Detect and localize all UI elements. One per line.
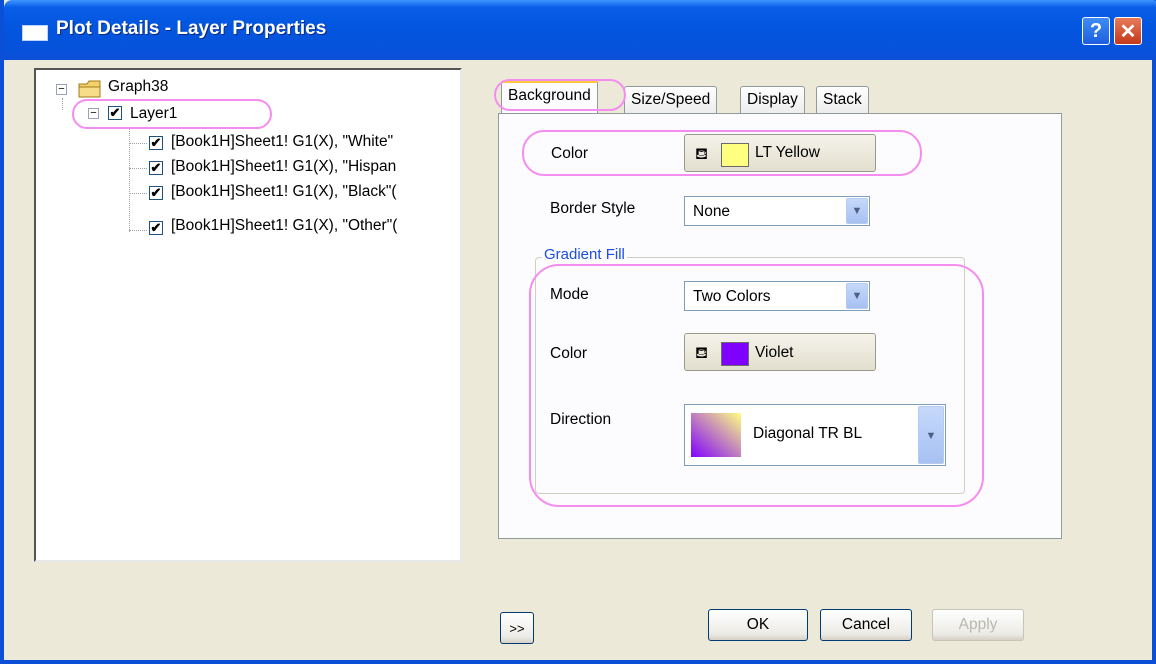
gradient-color-label: Color — [550, 345, 588, 362]
border-style-select[interactable]: None ▼ — [684, 196, 870, 226]
collapse-graph-icon[interactable]: − — [56, 84, 67, 95]
gradient-color-picker-button[interactable]: ⛾ Violet — [684, 333, 876, 371]
tree-connector — [129, 230, 147, 231]
gradient-color-swatch — [721, 342, 749, 366]
mode-label: Mode — [550, 286, 589, 303]
gradient-preview — [691, 413, 741, 457]
tree-item-layer[interactable]: Layer1 — [130, 105, 177, 123]
tree-connector — [129, 168, 147, 169]
tree-connector — [62, 98, 63, 110]
tree-item-dataset[interactable]: [Book1H]Sheet1! G1(X), "Hispan — [171, 158, 396, 176]
paint-bucket-icon: ⛾ — [695, 146, 709, 163]
direction-value: Diagonal TR BL — [753, 425, 863, 442]
title-bar: Plot Details - Layer Properties ? ✕ — [4, 0, 1156, 60]
collapse-layer-icon[interactable]: − — [88, 108, 99, 119]
dataset-checkbox[interactable]: ✔ — [149, 161, 163, 175]
tree-item-dataset[interactable]: [Book1H]Sheet1! G1(X), "Black"( — [171, 183, 397, 201]
dialog-window: Plot Details - Layer Properties ? ✕ − Gr… — [0, 0, 1156, 664]
color-label: Color — [551, 145, 589, 162]
direction-label: Direction — [550, 411, 612, 428]
gradient-fill-title: Gradient Fill — [542, 246, 627, 263]
chevron-down-icon[interactable]: ▼ — [918, 406, 944, 464]
border-style-label: Border Style — [550, 200, 636, 217]
gradient-color-value: Violet — [755, 344, 794, 361]
window-icon — [22, 25, 48, 41]
window-title: Plot Details - Layer Properties — [56, 18, 327, 39]
color-swatch — [721, 143, 749, 167]
border-style-value: None — [693, 203, 731, 220]
tree-connector — [129, 193, 147, 194]
plot-tree[interactable]: − Graph38 − ✔ Layer1 ✔ [Book1H]Sheet1! G… — [34, 68, 462, 562]
help-button[interactable]: ? — [1082, 17, 1110, 45]
expand-button[interactable]: >> — [500, 612, 534, 644]
direction-select[interactable]: Diagonal TR BL ▼ — [684, 404, 946, 466]
tree-item-dataset[interactable]: [Book1H]Sheet1! G1(X), "White" — [171, 133, 393, 151]
tree-item-graph[interactable]: Graph38 — [108, 78, 168, 96]
dataset-checkbox[interactable]: ✔ — [149, 186, 163, 200]
dataset-checkbox[interactable]: ✔ — [149, 221, 163, 235]
mode-value: Two Colors — [693, 288, 771, 305]
mode-select[interactable]: Two Colors ▼ — [684, 281, 870, 311]
tab-background[interactable]: Background — [501, 80, 598, 114]
ok-button[interactable]: OK — [708, 609, 808, 641]
tab-stack[interactable]: Stack — [816, 86, 869, 114]
chevron-down-icon[interactable]: ▼ — [846, 198, 868, 224]
tab-display[interactable]: Display — [740, 86, 805, 114]
tree-connector — [129, 143, 147, 144]
tree-item-dataset[interactable]: [Book1H]Sheet1! G1(X), "Other"( — [171, 217, 397, 235]
chevron-down-icon[interactable]: ▼ — [846, 283, 868, 309]
cancel-button[interactable]: Cancel — [820, 609, 912, 641]
apply-button[interactable]: Apply — [932, 609, 1024, 641]
color-value: LT Yellow — [755, 144, 820, 161]
paint-bucket-icon: ⛾ — [695, 345, 709, 362]
dataset-checkbox[interactable]: ✔ — [149, 136, 163, 150]
tab-size-speed[interactable]: Size/Speed — [624, 86, 718, 114]
layer-checkbox[interactable]: ✔ — [108, 106, 122, 120]
folder-icon — [78, 80, 101, 98]
color-picker-button[interactable]: ⛾ LT Yellow — [684, 134, 876, 172]
close-button[interactable]: ✕ — [1114, 17, 1142, 45]
